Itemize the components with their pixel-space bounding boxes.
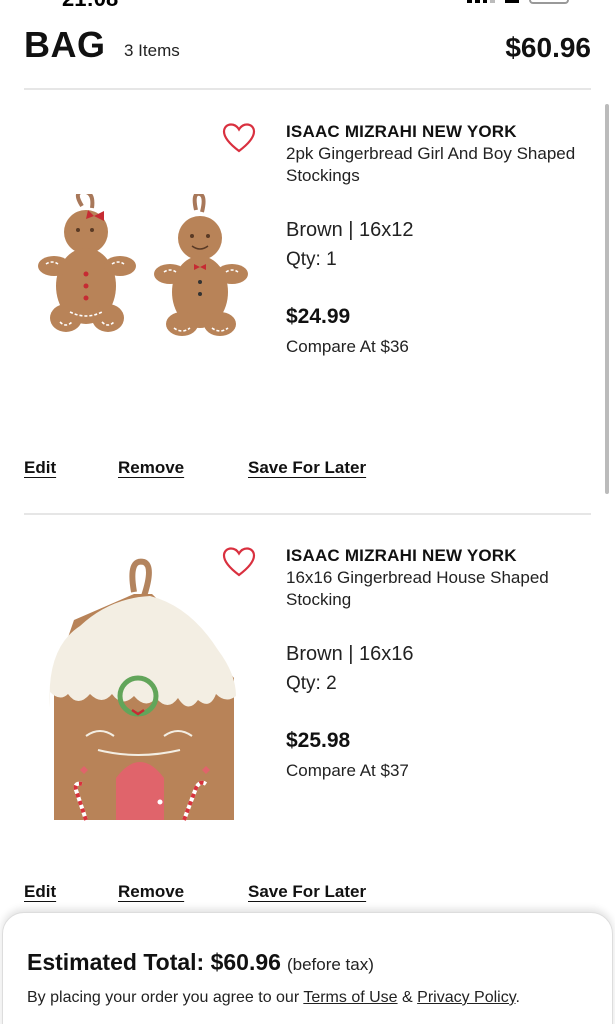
order-summary-panel: Estimated Total: $60.96 (before tax) By p… [2, 912, 613, 1024]
item-compare-price: Compare At $37 [286, 761, 409, 780]
edit-button[interactable]: Edit [24, 458, 56, 478]
item-price: $25.98 [286, 729, 351, 752]
before-tax-note: (before tax) [286, 955, 374, 974]
item-attributes: Brown | 16x16 [286, 643, 414, 665]
item-info: ISAAC MIZRAHI NEW YORK 2pk Gingerbread G… [286, 122, 586, 357]
remove-button[interactable]: Remove [118, 458, 184, 478]
item-price: $24.99 [286, 305, 351, 328]
legal-prefix: By placing your order you agree to our [27, 989, 300, 1006]
legal-amp: & [402, 989, 413, 1006]
page-title: BAG [24, 24, 106, 65]
scrollbar[interactable] [605, 104, 609, 494]
divider [24, 88, 591, 90]
estimated-total-label: Estimated Total: $60.96 [27, 949, 281, 975]
item-brand: ISAAC MIZRAHI NEW YORK [286, 546, 517, 565]
item-compare-price: Compare At $36 [286, 337, 409, 356]
status-bar: 21:08 [0, 0, 615, 12]
heart-icon[interactable] [222, 546, 256, 578]
item-info: ISAAC MIZRAHI NEW YORK 16x16 Gingerbread… [286, 546, 586, 781]
remove-button[interactable]: Remove [118, 882, 184, 902]
divider [24, 513, 591, 515]
bag-header: BAG 3 Items $60.96 [24, 24, 591, 68]
legal-text: By placing your order you agree to our T… [27, 989, 520, 1007]
edit-button[interactable]: Edit [24, 882, 56, 902]
item-attributes: Brown | 16x12 [286, 219, 414, 241]
gingerbread-house-stocking-image[interactable] [24, 558, 254, 858]
bag-total: $60.96 [505, 32, 591, 63]
gingerbread-boy-stocking [154, 191, 248, 336]
gingerbread-girl-stocking [38, 189, 136, 332]
item-description[interactable]: 16x16 Gingerbread House Shaped Stocking [286, 567, 586, 611]
gingerbread-stockings-image[interactable] [24, 189, 254, 494]
save-for-later-button[interactable]: Save For Later [248, 458, 366, 478]
status-icons [467, 0, 569, 4]
privacy-policy-link[interactable]: Privacy Policy [417, 989, 515, 1006]
item-description[interactable]: 2pk Gingerbread Girl And Boy Shaped Stoc… [286, 143, 586, 187]
item-count: 3 Items [124, 41, 180, 60]
save-for-later-button[interactable]: Save For Later [248, 882, 366, 902]
status-time: 21:08 [62, 0, 118, 12]
battery-icon [529, 0, 569, 4]
legal-suffix: . [515, 989, 520, 1006]
estimated-total: Estimated Total: $60.96 (before tax) [27, 949, 374, 976]
terms-of-use-link[interactable]: Terms of Use [303, 989, 397, 1006]
heart-icon[interactable] [222, 122, 256, 154]
item-qty: Qty: 2 [286, 673, 337, 694]
item-brand: ISAAC MIZRAHI NEW YORK [286, 122, 517, 141]
item-qty: Qty: 1 [286, 249, 337, 270]
signal-icon [467, 0, 495, 3]
wifi-icon [505, 0, 519, 3]
